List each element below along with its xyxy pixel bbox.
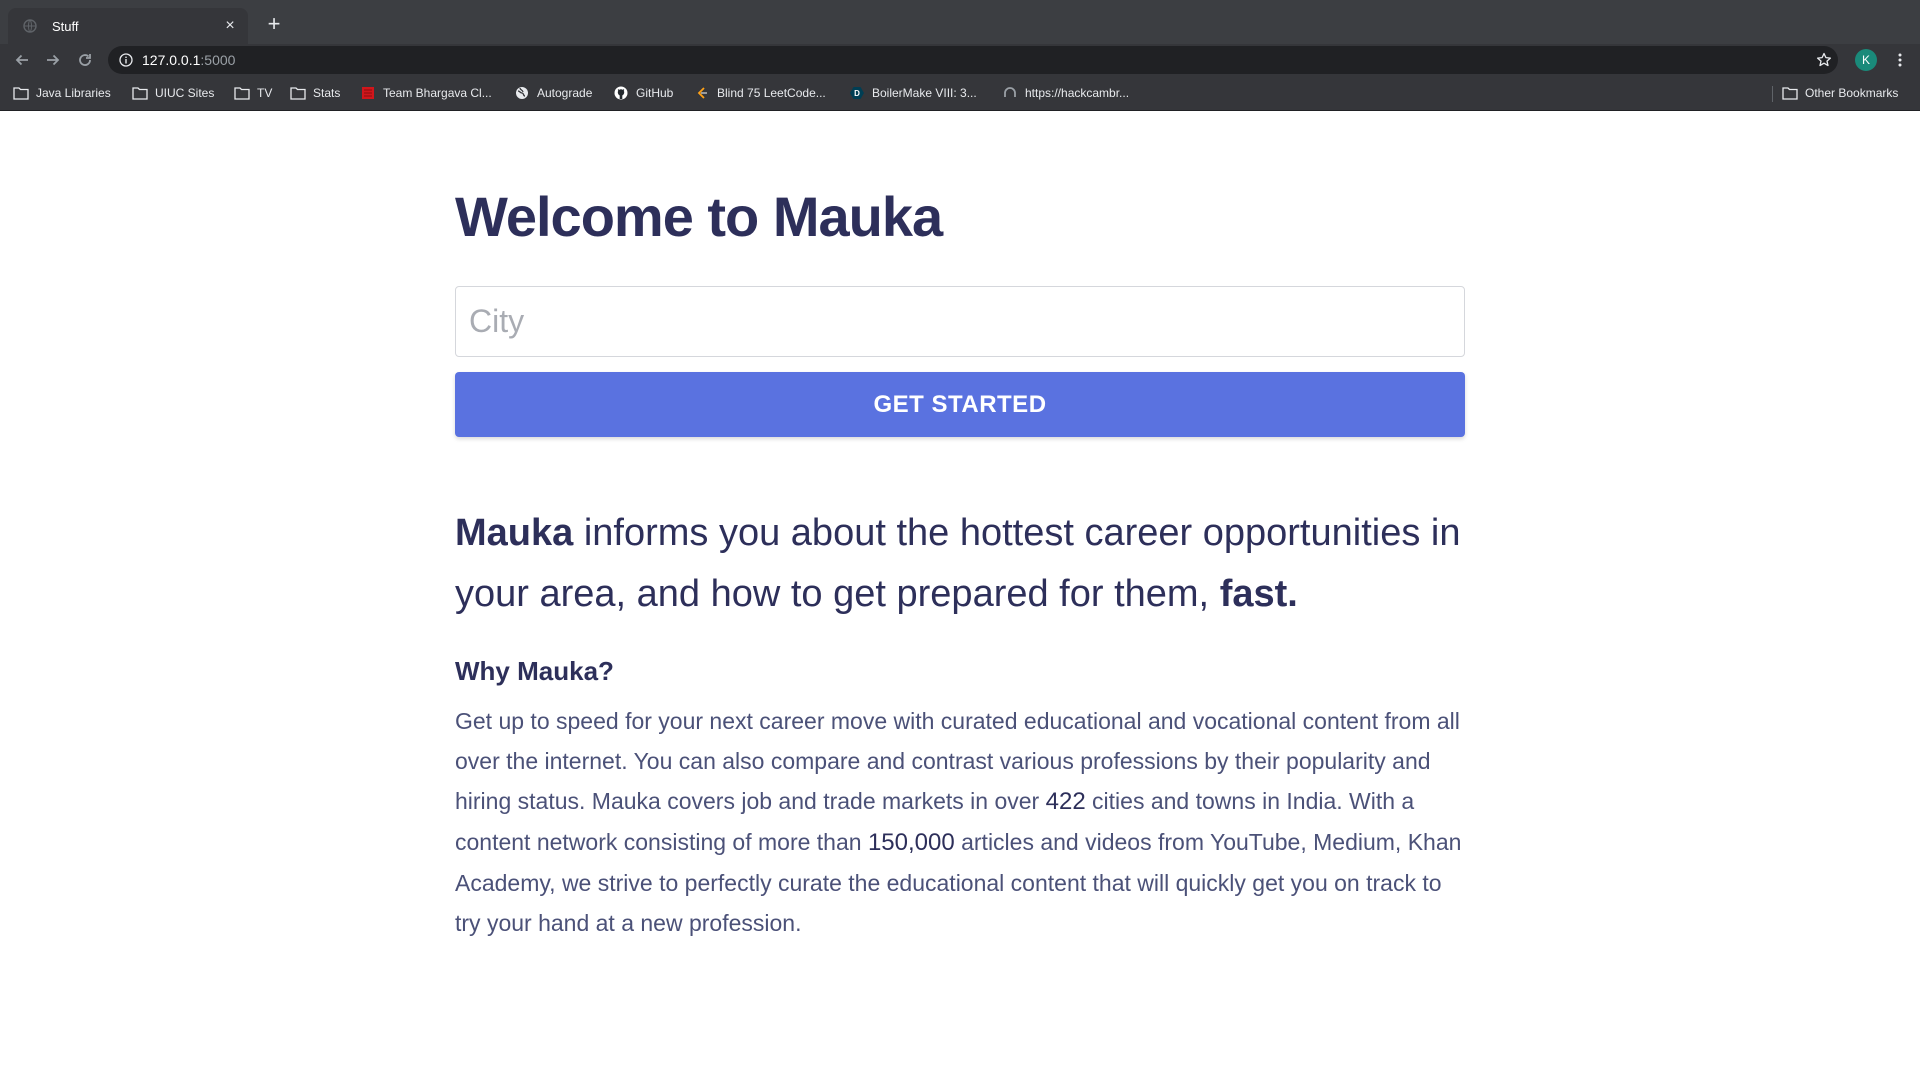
bookmark-label: Stats	[313, 86, 341, 100]
folder-icon	[234, 85, 250, 101]
site-icon	[1002, 85, 1018, 101]
profile-avatar[interactable]: K	[1855, 49, 1877, 71]
tab-stuff[interactable]: Stuff ×	[8, 8, 248, 44]
bookmark-star-icon[interactable]	[1814, 50, 1834, 70]
kebab-menu-icon[interactable]	[1890, 50, 1910, 70]
address-bar[interactable]: 127.0.0.1:5000	[108, 46, 1838, 74]
bookmarks-divider	[1772, 86, 1773, 102]
other-bookmarks-label: Other Bookmarks	[1805, 86, 1899, 100]
bookmark-label: Blind 75 LeetCode...	[717, 86, 826, 100]
browser-toolbar: 127.0.0.1:5000 K	[0, 44, 1920, 76]
lead-emphasis: fast.	[1219, 573, 1298, 615]
leetcode-icon	[694, 85, 710, 101]
url-host: 127.0.0.1	[142, 52, 201, 68]
red-site-icon	[360, 85, 376, 101]
bookmark-java-libraries[interactable]: Java Libraries	[13, 84, 111, 102]
bookmark-hackcambridge[interactable]: https://hackcambr...	[1002, 84, 1129, 102]
close-tab-icon[interactable]: ×	[222, 18, 238, 34]
folder-icon	[1782, 85, 1798, 101]
why-paragraph: Get up to speed for your next career mov…	[455, 701, 1465, 943]
url-port: :5000	[200, 52, 236, 68]
bookmark-team-bhargava[interactable]: Team Bhargava Cl...	[360, 84, 492, 102]
devpost-icon: D	[849, 85, 865, 101]
github-icon	[613, 85, 629, 101]
site-info-icon[interactable]	[118, 52, 134, 68]
cities-count: 422	[1045, 788, 1086, 815]
bookmark-label: GitHub	[636, 86, 674, 100]
folder-icon	[290, 85, 306, 101]
tab-title: Stuff	[52, 18, 79, 34]
bookmark-label: Autograde	[537, 86, 593, 100]
intro-lead: Mauka informs you about the hottest care…	[455, 503, 1465, 625]
bookmark-label: BoilerMake VIII: 3...	[872, 86, 977, 100]
why-heading: Why Mauka?	[455, 656, 614, 686]
tab-strip: Stuff × +	[0, 0, 1920, 44]
title-prefix: Welcome to	[455, 185, 773, 248]
articles-count: 150,000	[867, 829, 955, 856]
title-brand: Mauka	[772, 185, 943, 248]
lead-text: informs you about the hottest career opp…	[455, 512, 1461, 615]
globe-icon	[514, 85, 530, 101]
bookmark-tv[interactable]: TV	[234, 84, 272, 102]
bookmark-label: Team Bhargava Cl...	[383, 86, 492, 100]
city-input[interactable]	[455, 286, 1465, 357]
svg-text:D: D	[854, 89, 860, 98]
bookmark-uiuc-sites[interactable]: UIUC Sites	[132, 84, 214, 102]
bookmark-blind-75[interactable]: Blind 75 LeetCode...	[694, 84, 826, 102]
bookmark-label: https://hackcambr...	[1025, 86, 1130, 100]
globe-icon	[22, 18, 38, 34]
other-bookmarks[interactable]: Other Bookmarks	[1782, 84, 1898, 102]
get-started-button[interactable]: GET STARTED	[455, 372, 1465, 437]
reload-icon[interactable]	[75, 50, 95, 70]
back-arrow-icon[interactable]	[12, 50, 32, 70]
bookmark-label: UIUC Sites	[155, 86, 215, 100]
folder-icon	[13, 85, 29, 101]
lead-brand: Mauka	[455, 512, 574, 554]
bookmark-boilermake[interactable]: D BoilerMake VIII: 3...	[849, 84, 977, 102]
new-tab-button[interactable]: +	[262, 13, 286, 35]
page-title: Welcome to Mauka	[455, 184, 943, 249]
bookmark-stats[interactable]: Stats	[290, 84, 340, 102]
bookmark-autograde[interactable]: Autograde	[514, 84, 592, 102]
bookmarks-bar: Java Libraries UIUC Sites TV Stats Team …	[0, 76, 1920, 111]
forward-arrow-icon[interactable]	[43, 50, 63, 70]
bookmark-label: Java Libraries	[36, 86, 111, 100]
bookmark-label: TV	[257, 86, 273, 100]
bookmark-github[interactable]: GitHub	[613, 84, 673, 102]
folder-icon	[132, 85, 148, 101]
